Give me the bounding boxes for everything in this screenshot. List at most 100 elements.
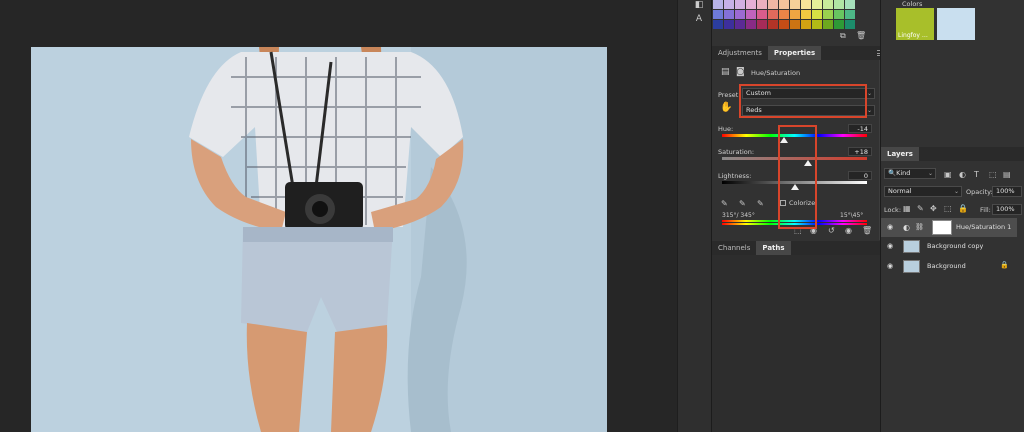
targeted-adjustment-hand-icon[interactable]: ✋: [720, 103, 732, 113]
channels-tabbar: Channels Paths: [712, 241, 889, 255]
filter-adjustment-icon[interactable]: ◐: [959, 170, 966, 179]
color-swatch[interactable]: [768, 20, 778, 29]
color-swatch[interactable]: [823, 0, 833, 9]
layer-row[interactable]: ◉ Background copy: [881, 237, 1017, 256]
color-swatch[interactable]: [768, 0, 778, 9]
reset-icon[interactable]: ↺: [828, 226, 835, 235]
color-swatch[interactable]: [735, 10, 745, 19]
delete-swatch-icon[interactable]: 🗑: [856, 31, 866, 40]
eyedropper-icon[interactable]: ✎: [721, 199, 728, 208]
chevron-down-icon: ⌄: [866, 107, 872, 114]
layer-name: Background copy: [927, 242, 984, 250]
color-swatch[interactable]: [790, 20, 800, 29]
color-swatch[interactable]: [746, 0, 756, 9]
hue-value-field[interactable]: -14: [848, 124, 872, 133]
saturation-value-field[interactable]: +18: [848, 147, 872, 156]
color-swatch[interactable]: [823, 20, 833, 29]
color-swatch[interactable]: [790, 0, 800, 9]
eyedropper-subtract-icon[interactable]: ✎: [757, 199, 764, 208]
layers-column: [880, 0, 1024, 432]
tab-layers[interactable]: Layers: [881, 147, 919, 161]
mask-icon[interactable]: ◙: [736, 68, 745, 77]
eye-icon[interactable]: ◉: [887, 262, 895, 270]
color-swatch[interactable]: [757, 10, 767, 19]
eyedropper-add-icon[interactable]: ✎: [739, 199, 746, 208]
character-panel-icon[interactable]: A: [692, 14, 706, 26]
link-icon: ⛓: [915, 223, 924, 231]
fill-field[interactable]: 100%: [992, 204, 1022, 215]
opacity-field[interactable]: 100%: [992, 186, 1022, 197]
new-swatch-icon[interactable]: ⧉: [840, 31, 846, 40]
color-swatch[interactable]: [724, 10, 734, 19]
layer-row[interactable]: ◉ ◐ ⛓ Hue/Saturation 1: [881, 218, 1017, 237]
properties-tabbar: Adjustments Properties: [712, 46, 889, 60]
tab-paths[interactable]: Paths: [756, 241, 791, 255]
color-swatch[interactable]: [834, 20, 844, 29]
range-left-readout: 315°/ 345°: [722, 212, 755, 219]
lock-position-icon[interactable]: ✥: [930, 204, 937, 213]
filter-smart-object-icon[interactable]: ▤: [1003, 170, 1011, 179]
eye-icon[interactable]: ◉: [887, 242, 895, 250]
color-swatch[interactable]: [845, 0, 855, 9]
lock-icon: 🔒: [1000, 261, 1009, 269]
color-swatch[interactable]: [713, 0, 723, 9]
color-swatch[interactable]: [812, 0, 822, 9]
color-swatch[interactable]: [801, 10, 811, 19]
filter-pixel-icon[interactable]: ▣: [944, 170, 952, 179]
blend-mode-select[interactable]: Normal ⌄: [884, 186, 962, 197]
range-right-readout: 15°\45°: [840, 212, 864, 219]
color-swatch[interactable]: [779, 20, 789, 29]
swatch-light-blue[interactable]: [937, 8, 975, 40]
color-swatch[interactable]: [845, 20, 855, 29]
tab-properties[interactable]: Properties: [767, 46, 822, 60]
tab-adjustments[interactable]: Adjustments: [712, 46, 768, 60]
canvas-photo[interactable]: [31, 47, 607, 432]
color-swatch[interactable]: [724, 0, 734, 9]
color-swatch[interactable]: [757, 20, 767, 29]
delete-icon[interactable]: 🗑: [862, 226, 872, 235]
fill-label: Fill:: [980, 206, 991, 214]
color-swatch[interactable]: [812, 20, 822, 29]
document-canvas-area[interactable]: [0, 0, 677, 432]
adjustment-layer-icon: ▤: [721, 67, 730, 77]
color-swatch[interactable]: [757, 0, 767, 9]
layer-name: Hue/Saturation 1: [956, 223, 1012, 231]
lightness-value-field[interactable]: 0: [848, 171, 872, 180]
lock-transparent-icon[interactable]: ▦: [903, 204, 911, 213]
color-swatch[interactable]: [713, 20, 723, 29]
color-swatch[interactable]: [812, 10, 822, 19]
color-swatch[interactable]: [779, 10, 789, 19]
chevron-down-icon: ⌄: [927, 170, 933, 177]
color-swatch[interactable]: [801, 20, 811, 29]
color-swatch[interactable]: [735, 0, 745, 9]
color-swatch[interactable]: [790, 10, 800, 19]
color-swatch[interactable]: [834, 10, 844, 19]
color-swatch[interactable]: [746, 10, 756, 19]
color-swatch[interactable]: [845, 10, 855, 19]
color-swatch[interactable]: [834, 0, 844, 9]
color-swatch[interactable]: [779, 0, 789, 9]
color-swatch[interactable]: [724, 20, 734, 29]
filter-type-icon[interactable]: T: [974, 170, 979, 179]
filter-shape-icon[interactable]: ⬚: [989, 170, 997, 179]
color-swatch[interactable]: [823, 10, 833, 19]
lock-all-icon[interactable]: 🔒: [958, 204, 968, 213]
swatch-lingfoy[interactable]: Lingfoy …: [896, 8, 934, 40]
tab-channels[interactable]: Channels: [712, 241, 756, 255]
color-swatch[interactable]: [801, 0, 811, 9]
color-panel-icon[interactable]: ◧: [692, 0, 706, 12]
color-swatch[interactable]: [746, 20, 756, 29]
layer-kind-filter[interactable]: 🔍Kind ⌄: [884, 168, 936, 179]
eye-icon[interactable]: ◉: [887, 223, 895, 231]
visibility-icon[interactable]: ◉: [845, 226, 852, 235]
highlight-sliders: [778, 125, 817, 229]
color-swatch[interactable]: [768, 10, 778, 19]
adjustment-title: Hue/Saturation: [751, 69, 801, 77]
color-swatch[interactable]: [735, 20, 745, 29]
layer-row[interactable]: ◉ Background 🔒: [881, 257, 1017, 276]
lock-artboard-icon[interactable]: ⬚: [944, 204, 952, 213]
layer-mask-thumbnail[interactable]: [932, 220, 952, 235]
kind-label: Kind: [896, 169, 911, 177]
lock-pixels-icon[interactable]: ✎: [917, 204, 924, 213]
color-swatch[interactable]: [713, 10, 723, 19]
